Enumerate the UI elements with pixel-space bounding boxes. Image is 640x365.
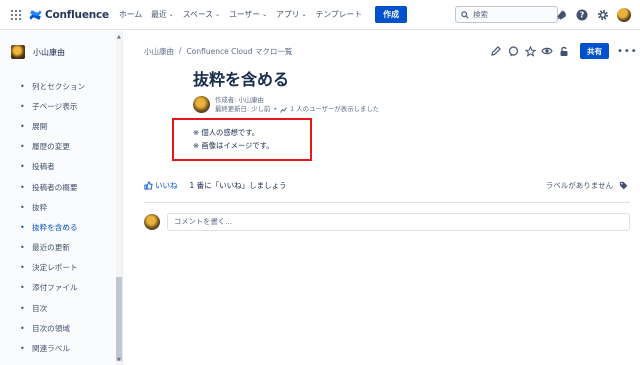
body-line: ※ 画像はイメージです。 xyxy=(193,141,274,150)
byline-meta: 最終更新日: 少し前 • 1 人のユーザーが表示しました xyxy=(215,105,379,114)
sidebar-item-recent-updates[interactable]: 最近の更新 xyxy=(0,238,115,258)
sidebar-item-contributors-summary[interactable]: 投稿者の概要 xyxy=(0,177,115,197)
chevron-down-icon: ⌄ xyxy=(168,11,174,18)
help-icon[interactable]: ? xyxy=(574,7,590,23)
sidebar-item-related-labels[interactable]: 関連ラベル xyxy=(0,338,115,358)
space-name: 小山康由 xyxy=(33,47,65,57)
breadcrumb-parent-page[interactable]: Confluence Cloud マクロ一覧 xyxy=(187,46,293,57)
like-hint: 1 番に「いいね」しましょう xyxy=(189,181,287,190)
menu-templates-label: テンプレート xyxy=(315,10,363,19)
sidebar-item-contributors[interactable]: 投稿者 xyxy=(0,157,115,177)
settings-icon[interactable] xyxy=(595,7,611,23)
page-title: 抜粋を含める xyxy=(193,70,290,89)
page-actions: 共有 ••• xyxy=(489,43,638,59)
nav-actions: ? xyxy=(548,7,632,23)
share-button[interactable]: 共有 xyxy=(580,43,609,59)
chevron-down-icon: ⌄ xyxy=(301,11,307,18)
sidebar-item-children-display[interactable]: 子ページ表示 xyxy=(0,96,115,116)
watch-icon[interactable] xyxy=(540,44,554,58)
confluence-logo-icon xyxy=(29,9,42,20)
like-button[interactable]: いいね xyxy=(144,180,178,191)
sidebar-item-excerpt[interactable]: 抜粋 xyxy=(0,197,115,217)
breadcrumb-space[interactable]: 小山康由 xyxy=(144,46,174,57)
sidebar-item-decision-report[interactable]: 決定レポート xyxy=(0,258,115,278)
no-labels-text: ラベルがありません xyxy=(545,181,613,190)
sidebar-item-columns-sections[interactable]: 列とセクション xyxy=(0,76,115,96)
analytics-icon xyxy=(280,106,288,113)
menu-people[interactable]: ユーザー ⌄ xyxy=(229,9,267,20)
scroll-down-arrow-icon[interactable]: ▼ xyxy=(117,357,121,363)
menu-spaces[interactable]: スペース ⌄ xyxy=(183,9,220,20)
body-line: ※ 個人の感想です。 xyxy=(193,128,260,137)
like-row: いいね 1 番に「いいね」しましょう xyxy=(144,180,287,191)
thumbs-up-icon xyxy=(144,181,153,190)
more-actions-icon[interactable]: ••• xyxy=(617,46,638,57)
star-icon[interactable] xyxy=(523,44,537,58)
label-tag-icon[interactable] xyxy=(619,181,628,190)
menu-home[interactable]: ホーム xyxy=(119,9,142,20)
menu-apps-label: アプリ xyxy=(276,10,300,19)
sidebar-item-change-history[interactable]: 履歴の変更 xyxy=(0,137,115,157)
scroll-up-arrow-icon[interactable]: ▲ xyxy=(117,34,121,40)
created-by: 作成者: 小山康由 xyxy=(215,96,264,104)
svg-text:?: ? xyxy=(580,11,585,20)
divider xyxy=(144,202,630,203)
labels-area: ラベルがありません xyxy=(546,180,628,191)
menu-people-label: ユーザー xyxy=(229,10,261,19)
sidebar-item-excerpt-include[interactable]: 抜粋を含める xyxy=(0,217,115,237)
menu-spaces-label: スペース xyxy=(182,10,214,19)
search-input[interactable]: 検索 xyxy=(455,6,558,23)
author-avatar[interactable] xyxy=(193,96,210,113)
menu-home-label: ホーム xyxy=(118,10,143,19)
commenter-avatar xyxy=(144,214,160,230)
edit-icon[interactable] xyxy=(489,44,503,58)
sidebar-item-attachments[interactable]: 添付ファイル xyxy=(0,278,115,298)
confluence-logo[interactable]: Confluence xyxy=(29,9,109,21)
menu-recent-label: 最近 xyxy=(151,10,167,19)
chevron-down-icon: ⌄ xyxy=(262,11,268,18)
menu-templates[interactable]: テンプレート xyxy=(316,9,363,20)
sidebar: 小山康由 列とセクション 子ページ表示 展開 履歴の変更 投稿者 投稿者の概要 … xyxy=(0,31,123,365)
app-name: Confluence xyxy=(45,8,109,21)
page-byline: 作成者: 小山康由 最終更新日: 少し前 • 1 人のユーザーが表示しました xyxy=(193,96,379,114)
like-label: いいね xyxy=(155,181,178,190)
breadcrumb: 小山康由 / Confluence Cloud マクロ一覧 xyxy=(144,46,292,57)
restrictions-icon[interactable] xyxy=(557,44,571,58)
page-tree: 列とセクション 子ページ表示 展開 履歴の変更 投稿者 投稿者の概要 抜粋 抜粋… xyxy=(0,76,115,359)
menu-apps[interactable]: アプリ ⌄ xyxy=(276,9,306,20)
top-navigation: Confluence ホーム 最近 ⌄ スペース ⌄ ユーザー ⌄ アプリ ⌄ テンプレ… xyxy=(0,0,640,30)
comment-input[interactable]: コメントを書く... xyxy=(167,213,630,231)
notifications-icon[interactable] xyxy=(553,7,569,23)
comment-icon[interactable] xyxy=(506,44,520,58)
main-menu: ホーム 最近 ⌄ スペース ⌄ ユーザー ⌄ アプリ ⌄ テンプレート 作成 xyxy=(119,6,408,23)
search-icon xyxy=(461,10,469,19)
create-button[interactable]: 作成 xyxy=(375,6,408,23)
app-switcher-icon[interactable] xyxy=(11,9,21,20)
menu-recent[interactable]: 最近 ⌄ xyxy=(151,9,174,20)
chevron-down-icon: ⌄ xyxy=(215,11,221,18)
byline-text: 作成者: 小山康由 最終更新日: 少し前 • 1 人のユーザーが表示しました xyxy=(215,96,379,114)
search-placeholder: 検索 xyxy=(473,10,488,19)
space-avatar xyxy=(11,45,25,59)
sidebar-item-toc-zone[interactable]: 目次の領域 xyxy=(0,318,115,338)
space-header[interactable]: 小山康由 xyxy=(0,31,122,73)
comment-row: コメントを書く... xyxy=(144,213,630,231)
meta-separator: • xyxy=(273,105,278,113)
breadcrumb-separator: / xyxy=(179,46,182,55)
view-count[interactable]: 1 人のユーザーが表示しました xyxy=(290,105,379,114)
profile-avatar[interactable] xyxy=(616,7,632,23)
page-body: ※ 個人の感想です。 ※ 画像はイメージです。 xyxy=(193,126,274,152)
last-updated[interactable]: 最終更新日: 少し前 xyxy=(215,105,270,114)
sidebar-item-toc[interactable]: 目次 xyxy=(0,298,115,318)
avatar xyxy=(617,8,631,22)
sidebar-item-expand[interactable]: 展開 xyxy=(0,116,115,136)
sidebar-scroll-thumb[interactable] xyxy=(116,277,122,361)
